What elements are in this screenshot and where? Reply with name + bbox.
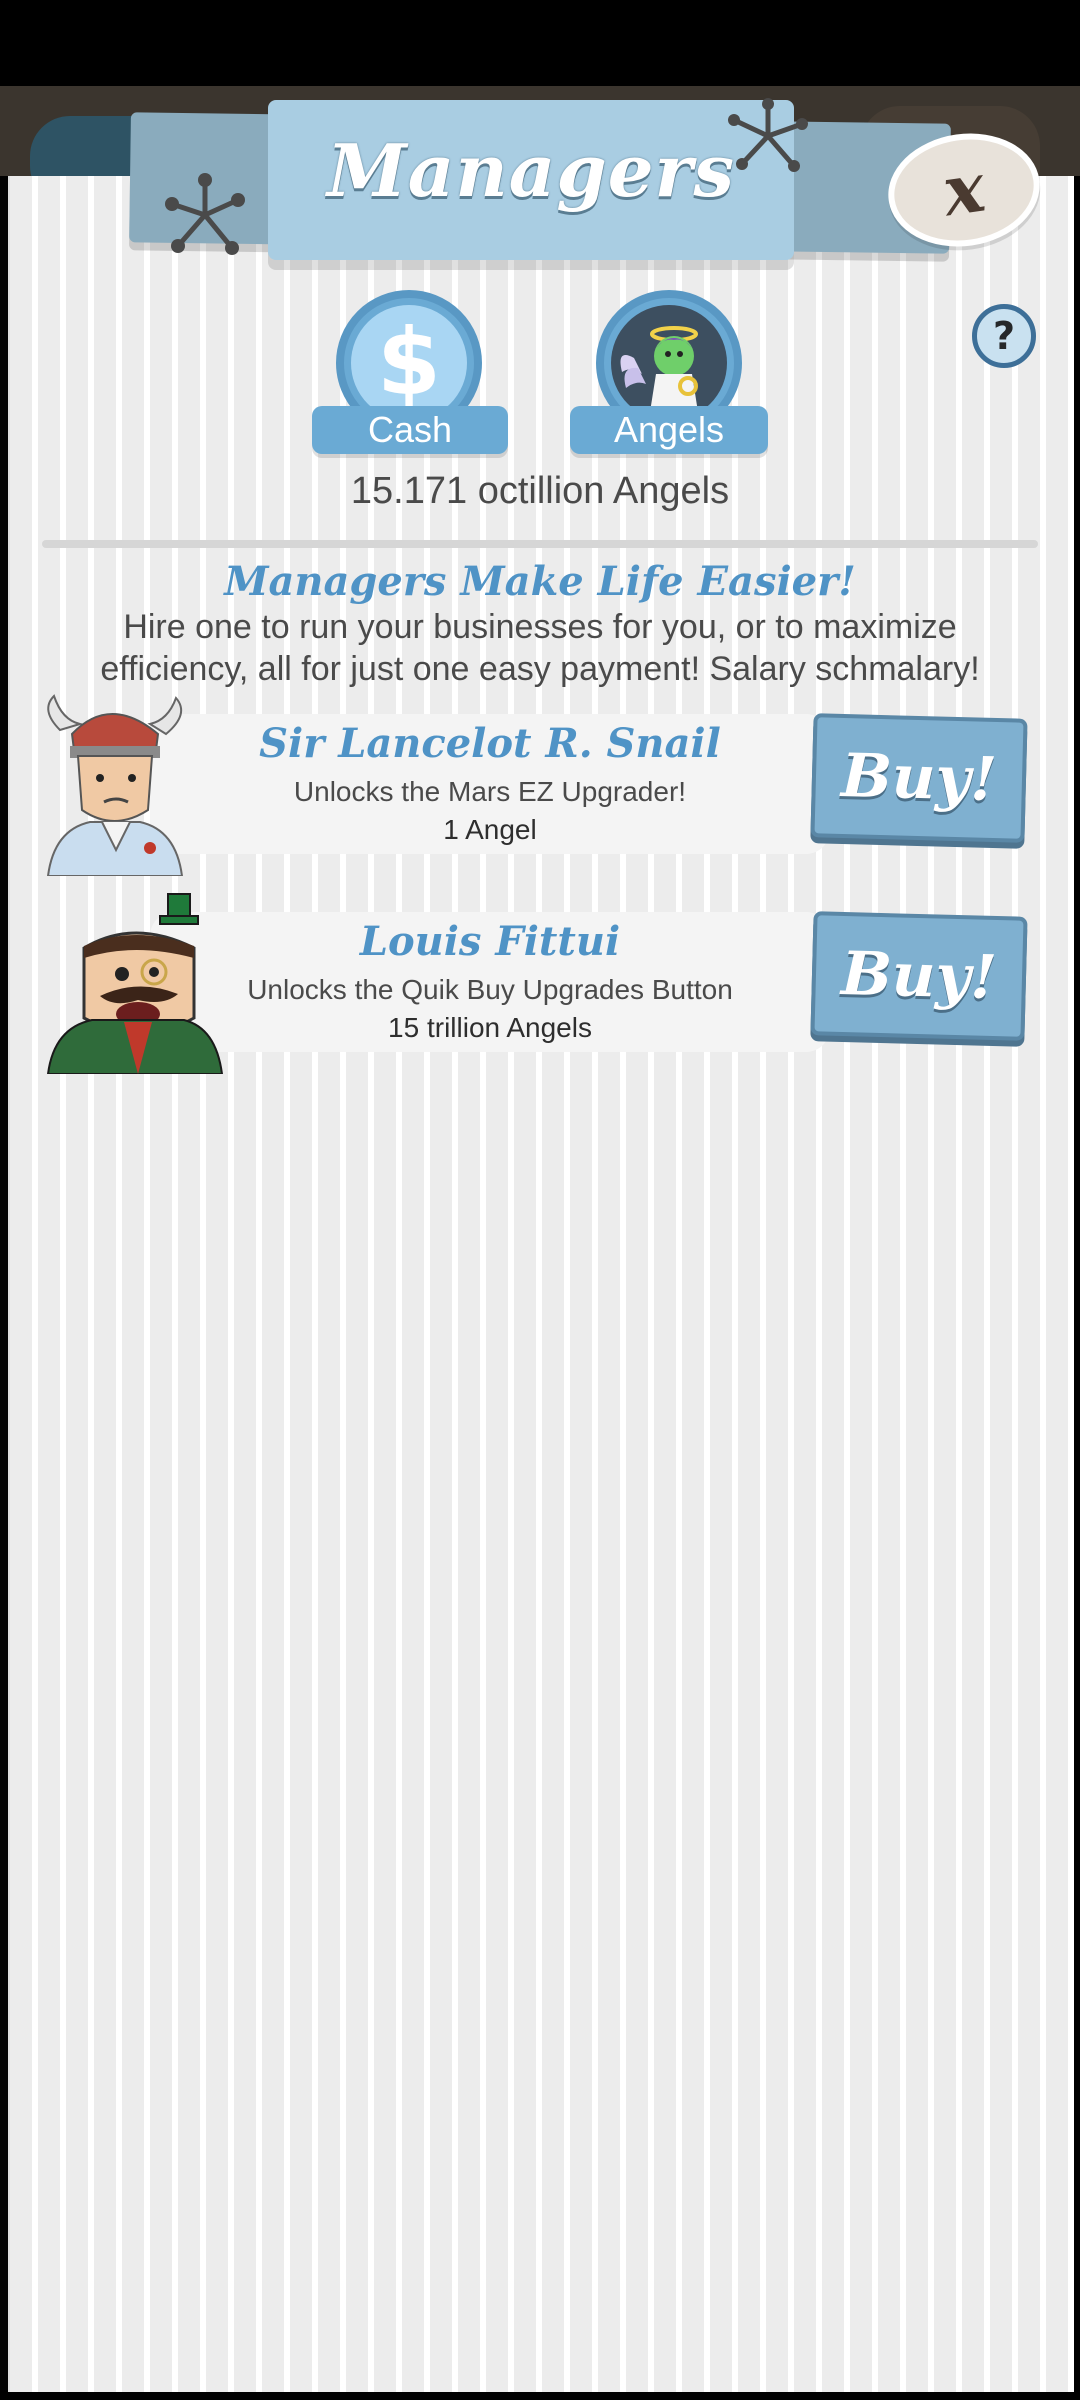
angel-balance: 15.171 octillion Angels bbox=[350, 470, 730, 512]
close-icon: x bbox=[938, 147, 990, 233]
buy-button-label: Buy! bbox=[840, 938, 998, 1014]
angel-icon bbox=[620, 326, 698, 412]
manager-row: Louis Fittui Unlocks the Quik Buy Upgrad… bbox=[150, 912, 830, 1052]
page-title: Managers bbox=[327, 128, 735, 213]
manager-row: Sir Lancelot R. Snail Unlocks the Mars E… bbox=[150, 714, 830, 854]
sparkle-icon bbox=[165, 173, 245, 255]
manager-cost: 15 trillion Angels bbox=[388, 1012, 592, 1043]
angels-tab-button[interactable]: Angels bbox=[570, 406, 768, 454]
divider bbox=[42, 540, 1038, 548]
manager-name: Louis Fittui bbox=[359, 918, 621, 965]
dollar-icon: $ bbox=[376, 309, 441, 416]
help-button[interactable]: ? bbox=[972, 304, 1036, 368]
manager-description: Unlocks the Quik Buy Upgrades Button bbox=[247, 974, 733, 1005]
buy-button-label: Buy! bbox=[840, 740, 998, 816]
buy-button[interactable]: Buy! bbox=[810, 911, 1028, 1041]
status-bar bbox=[0, 0, 1080, 86]
promo-title: Managers Make Life Easier! bbox=[224, 558, 856, 605]
manager-portrait bbox=[46, 694, 184, 876]
cash-tab-button[interactable]: Cash bbox=[312, 406, 508, 454]
help-icon: ? bbox=[992, 314, 1016, 358]
manager-description: Unlocks the Mars EZ Upgrader! bbox=[293, 776, 687, 807]
sparkle-icon bbox=[728, 98, 808, 172]
manager-cost: 1 Angel bbox=[443, 814, 537, 845]
buy-button[interactable]: Buy! bbox=[810, 713, 1028, 843]
manager-name: Sir Lancelot R. Snail bbox=[259, 720, 721, 767]
promo-text: Hire one to run your businesses for you,… bbox=[100, 608, 980, 688]
manager-portrait bbox=[46, 893, 224, 1074]
